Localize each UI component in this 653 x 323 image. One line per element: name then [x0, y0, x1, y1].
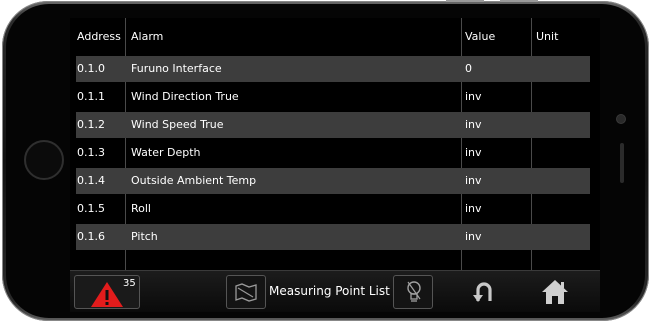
cell-value: 0 — [465, 62, 472, 75]
cell-value: inv — [465, 202, 482, 215]
table-row[interactable]: 0.1.6 Pitch inv — [76, 224, 590, 250]
header-alarm: Alarm — [131, 30, 164, 43]
page-title: Measuring Point List — [269, 284, 390, 298]
bottom-toolbar: 35 Measuring Point List — [70, 270, 600, 312]
phone-speaker — [620, 143, 624, 183]
cell-address: 0.1.1 — [77, 90, 105, 103]
cell-alarm: Wind Direction True — [131, 90, 239, 103]
back-button[interactable] — [466, 275, 502, 309]
cell-alarm: Outside Ambient Temp — [131, 174, 257, 187]
cell-address: 0.1.2 — [77, 118, 105, 131]
back-icon — [473, 282, 492, 302]
cell-alarm: Wind Speed True — [131, 118, 224, 131]
header-value: Value — [465, 30, 496, 43]
app-screen: Address Alarm Value Unit 0.1.0 Furuno In… — [70, 18, 600, 312]
cell-value: inv — [465, 230, 482, 243]
lightbulb-icon — [407, 281, 421, 302]
alarm-count-badge: 35 — [123, 278, 136, 289]
cell-alarm: Water Depth — [131, 146, 201, 159]
cell-address: 0.1.5 — [77, 202, 105, 215]
cell-alarm: Pitch — [131, 230, 158, 243]
phone-top-edge-mark — [446, 0, 484, 2]
phone-top-edge-mark — [500, 0, 538, 2]
table-row[interactable]: 0.1.3 Water Depth inv — [76, 140, 590, 166]
alarm-warning-icon — [91, 282, 123, 307]
table-row[interactable]: 0.1.1 Wind Direction True inv — [76, 84, 590, 110]
cell-address: 0.1.4 — [77, 174, 105, 187]
phone-camera — [617, 115, 625, 123]
table-row[interactable]: 0.1.2 Wind Speed True inv — [76, 112, 590, 138]
map-icon — [235, 283, 257, 302]
table-row[interactable]: 0.1.4 Outside Ambient Temp inv — [76, 168, 590, 194]
cell-value: inv — [465, 90, 482, 103]
alarm-button[interactable]: 35 — [74, 275, 140, 309]
cell-address: 0.1.3 — [77, 146, 105, 159]
header-unit: Unit — [536, 30, 559, 43]
cell-address: 0.1.6 — [77, 230, 105, 243]
header-address: Address — [77, 30, 121, 43]
cell-value: inv — [465, 118, 482, 131]
table-row[interactable]: 0.1.0 Furuno Interface 0 — [76, 56, 590, 82]
map-button[interactable] — [226, 275, 266, 309]
cell-value: inv — [465, 146, 482, 159]
phone-home-button[interactable] — [24, 140, 64, 180]
light-button[interactable] — [393, 275, 433, 309]
home-icon — [542, 280, 568, 304]
table-row-partial[interactable] — [76, 252, 590, 270]
cell-value: inv — [465, 174, 482, 187]
cell-address: 0.1.0 — [77, 62, 105, 75]
cell-alarm: Furuno Interface — [131, 62, 222, 75]
cell-alarm: Roll — [131, 202, 151, 215]
home-button[interactable] — [535, 275, 575, 309]
table-row[interactable]: 0.1.5 Roll inv — [76, 196, 590, 222]
